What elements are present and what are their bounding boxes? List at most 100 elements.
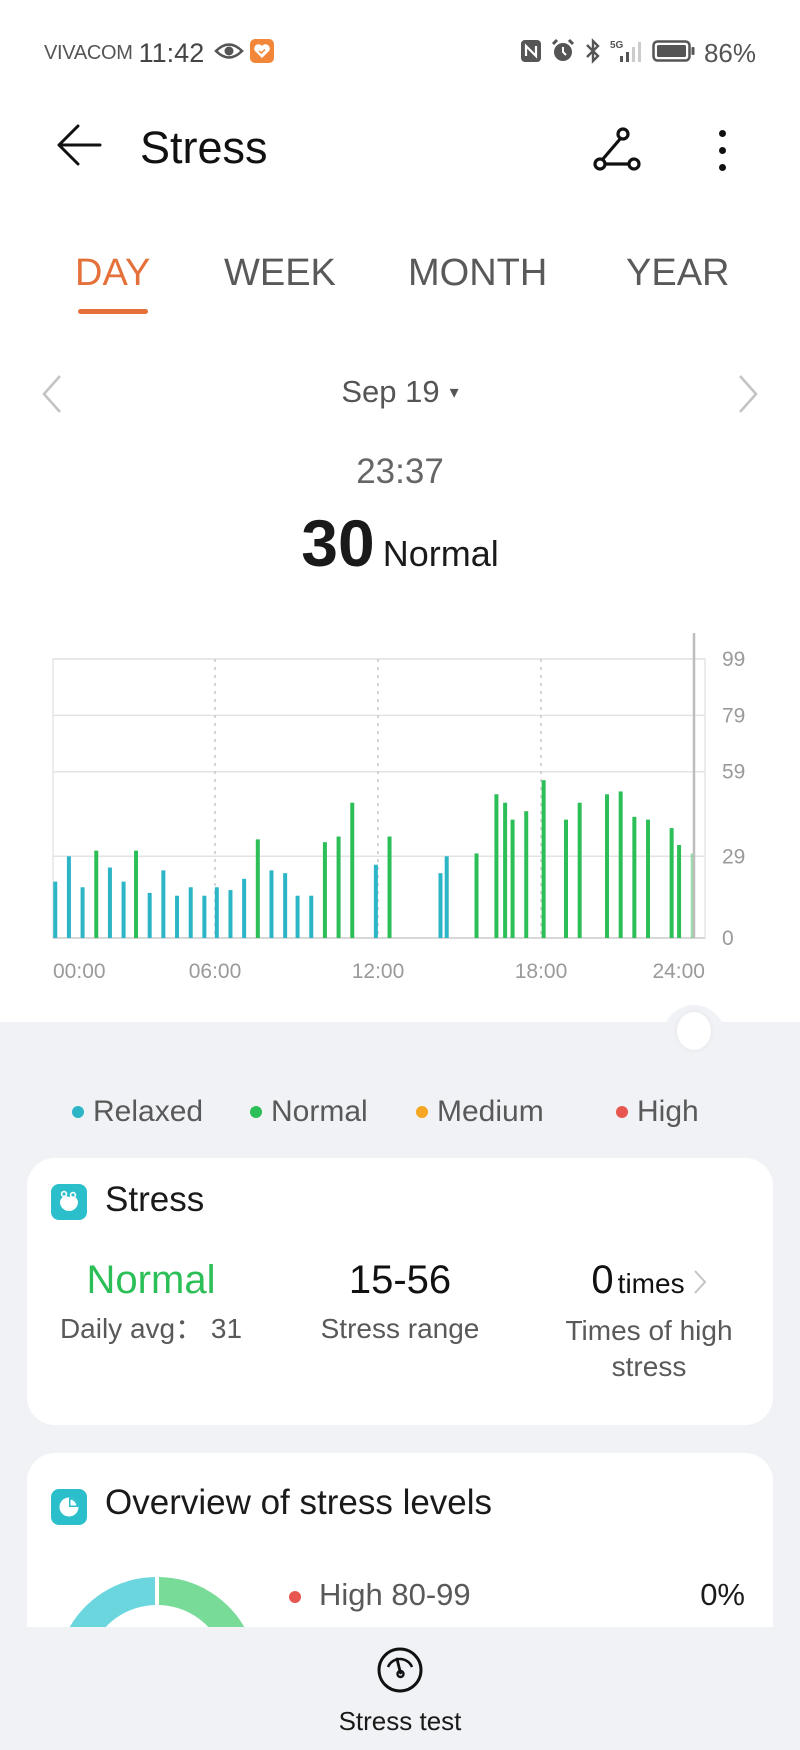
stress-bar[interactable] xyxy=(494,794,499,938)
medium-dot-icon xyxy=(416,1106,428,1118)
share-button[interactable] xyxy=(588,122,644,178)
stress-bar[interactable] xyxy=(541,780,546,938)
y-tick-label: 0 xyxy=(722,927,734,950)
more-vertical-icon-dot xyxy=(718,146,726,154)
stress-bar[interactable] xyxy=(80,887,85,938)
stress-bar[interactable] xyxy=(618,791,623,938)
more-vertical-icon-dot xyxy=(718,129,726,137)
stress-test-button[interactable]: Stress test xyxy=(300,1645,500,1740)
next-date-button[interactable] xyxy=(732,372,762,416)
stress-bar[interactable] xyxy=(147,892,152,938)
pie-chart-icon xyxy=(51,1489,87,1525)
tab-month[interactable]: MONTH xyxy=(408,252,547,295)
overview-row-percent: 0% xyxy=(700,1577,745,1612)
stress-bar[interactable] xyxy=(121,881,126,938)
nfc-icon xyxy=(520,39,542,68)
overview-card-title: Overview of stress levels xyxy=(105,1483,493,1522)
stress-bar[interactable] xyxy=(387,836,392,938)
bluetooth-icon xyxy=(584,37,602,69)
stress-bar[interactable] xyxy=(336,836,341,938)
stress-bar[interactable] xyxy=(107,867,112,938)
legend-item-relaxed: Relaxed xyxy=(72,1092,203,1132)
stress-bar[interactable] xyxy=(503,802,508,938)
chevron-right-icon xyxy=(693,1260,707,1305)
battery-icon xyxy=(652,39,696,68)
arrow-left-icon xyxy=(56,123,102,172)
battery-percent: 86% xyxy=(703,37,756,68)
stress-bar[interactable] xyxy=(66,856,71,938)
tab-year[interactable]: YEAR xyxy=(626,252,729,295)
legend-item-medium: Medium xyxy=(416,1092,544,1132)
relaxed-dot-icon xyxy=(72,1106,84,1118)
stress-bar[interactable] xyxy=(350,802,355,938)
high-stress-times-stat[interactable]: 0 times Times of high stress xyxy=(525,1258,773,1385)
y-tick-label: 59 xyxy=(722,761,745,784)
page-title: Stress xyxy=(140,122,268,173)
status-clock: 11:42 xyxy=(138,37,205,68)
stress-bar[interactable] xyxy=(444,856,449,938)
high-level-dot-icon xyxy=(289,1591,301,1603)
stress-bar[interactable] xyxy=(295,895,300,938)
stress-level-stat: Normal Daily avg： 31 xyxy=(27,1258,275,1347)
stress-bar[interactable] xyxy=(564,819,568,938)
y-tick-label: 99 xyxy=(722,648,745,671)
stress-bar[interactable] xyxy=(510,819,515,938)
reading-stress-level: Normal xyxy=(382,533,499,574)
stress-bar[interactable] xyxy=(669,828,674,938)
active-tab-indicator xyxy=(78,309,148,314)
date-picker[interactable]: Sep 19 ▾ xyxy=(0,374,800,410)
legend-label: Relaxed xyxy=(93,1095,204,1128)
stress-bar[interactable] xyxy=(202,895,207,938)
stress-bar[interactable] xyxy=(255,839,260,938)
stress-level-value: Normal xyxy=(86,1258,216,1302)
tab-week[interactable]: WEEK xyxy=(224,252,336,295)
stress-bar[interactable] xyxy=(632,816,637,938)
stress-range-stat: 15-56 Stress range xyxy=(276,1258,524,1347)
stress-bar[interactable] xyxy=(309,895,314,938)
y-tick-label: 29 xyxy=(722,845,745,868)
legend-item-high: High xyxy=(616,1092,699,1132)
high-stress-unit: times xyxy=(617,1268,685,1299)
stress-bar[interactable] xyxy=(214,887,219,938)
stress-bar[interactable] xyxy=(175,895,180,938)
legend-label: Normal xyxy=(271,1095,368,1128)
more-vertical-icon-dot xyxy=(718,163,726,171)
stress-bar[interactable] xyxy=(188,887,193,938)
stress-bar[interactable] xyxy=(161,870,166,938)
stress-bar[interactable] xyxy=(269,870,274,938)
caret-down-icon: ▾ xyxy=(449,382,459,402)
stress-bar[interactable] xyxy=(605,794,610,938)
back-button[interactable] xyxy=(52,120,106,174)
chart-x-axis-labels: 00:00 06:00 12:00 18:00 24:00 xyxy=(53,960,705,983)
stress-bar[interactable] xyxy=(524,811,529,938)
stress-bar[interactable] xyxy=(134,850,139,938)
stress-bar[interactable] xyxy=(283,873,288,938)
stress-bar[interactable] xyxy=(53,881,58,938)
legend-item-normal: Normal xyxy=(250,1092,368,1132)
5g-signal-icon: 5G xyxy=(610,38,644,69)
reading-stress-number: 30 xyxy=(301,506,375,580)
stress-bar[interactable] xyxy=(94,850,99,938)
stress-bar[interactable] xyxy=(577,802,582,938)
stress-bar[interactable] xyxy=(322,842,327,938)
normal-dot-icon xyxy=(250,1106,262,1118)
stress-bar[interactable] xyxy=(646,819,651,938)
tab-day[interactable]: DAY xyxy=(75,252,150,295)
stress-bar[interactable] xyxy=(228,890,233,938)
stress-bar[interactable] xyxy=(242,878,247,938)
chart-scrubber-handle[interactable] xyxy=(677,1012,711,1050)
health-app-notification-icon xyxy=(250,38,275,68)
high-stress-label: Times of high stress xyxy=(565,1315,733,1382)
stress-range-value: 15-56 xyxy=(348,1258,452,1302)
stress-bar[interactable] xyxy=(474,853,479,938)
chart-bars xyxy=(53,780,695,938)
stress-bar-chart[interactable]: 0 29 59 79 99 00:00 06:00 12:00 18:00 24:00 xyxy=(0,620,800,1000)
status-bar-left: VIVACOM 11:42 xyxy=(44,37,275,68)
more-options-button[interactable] xyxy=(700,120,744,180)
stress-bar[interactable] xyxy=(438,873,443,938)
stress-bar[interactable] xyxy=(373,864,378,938)
stress-card-title: Stress xyxy=(105,1180,205,1219)
stress-bar[interactable] xyxy=(677,845,682,938)
stress-test-label: Stress test xyxy=(338,1706,462,1736)
stress-summary-card: Stress Normal Daily avg： 31 15-56 Stress… xyxy=(27,1158,773,1425)
